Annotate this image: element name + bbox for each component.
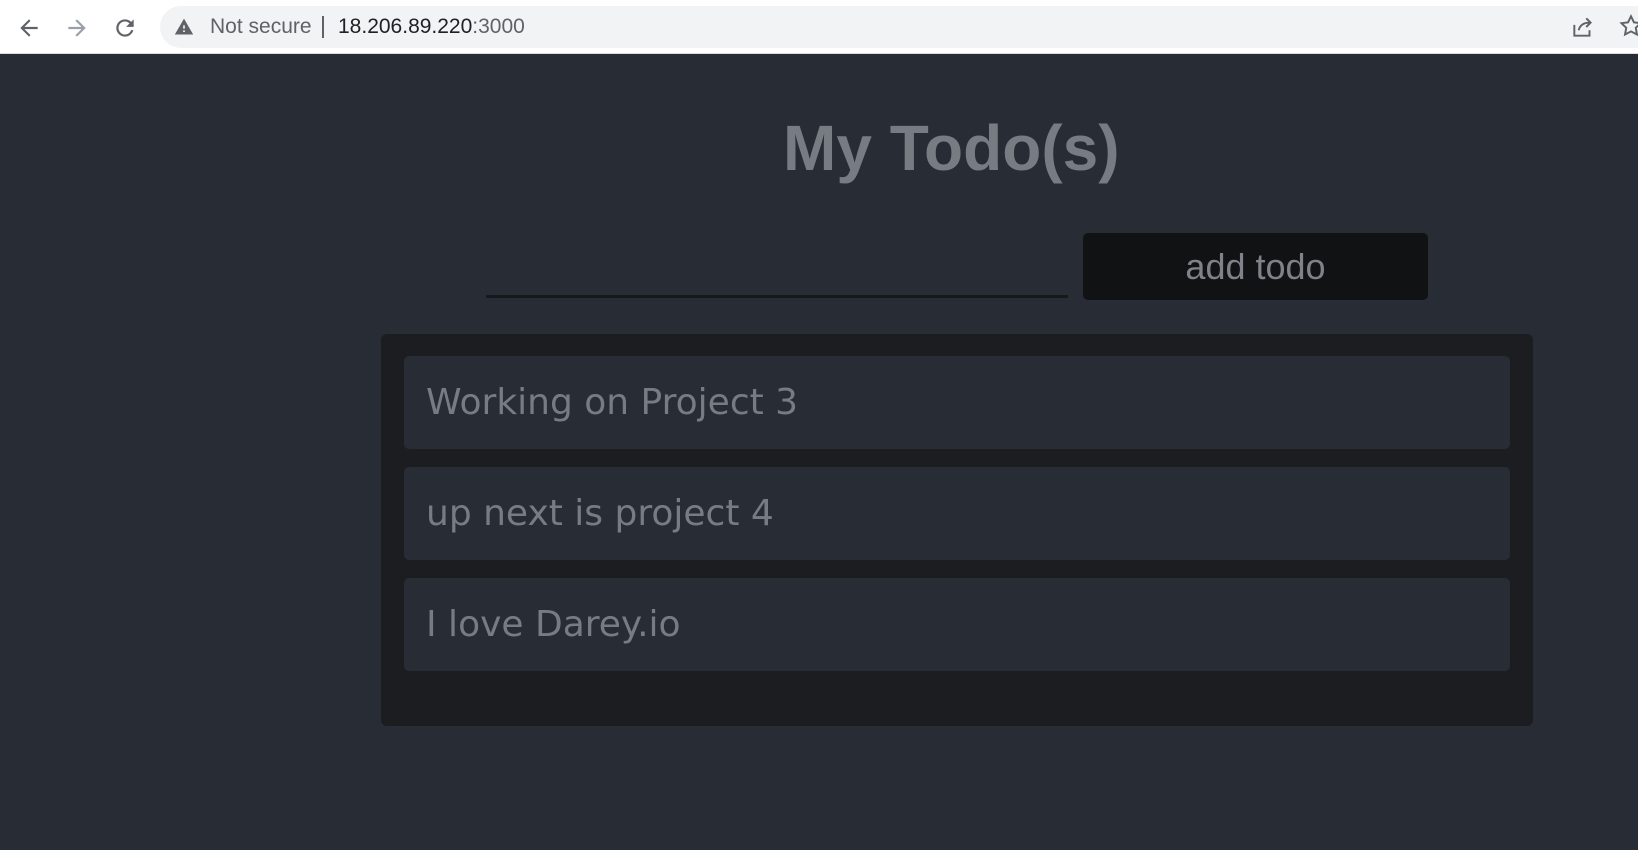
share-icon[interactable] bbox=[1570, 14, 1596, 40]
security-label[interactable]: Not secure bbox=[210, 6, 312, 48]
todo-item[interactable]: Working on Project 3 bbox=[404, 356, 1510, 449]
forward-button[interactable] bbox=[58, 9, 96, 47]
forward-arrow-icon bbox=[68, 19, 86, 37]
address-separator bbox=[322, 16, 324, 38]
todo-list: Working on Project 3 up next is project … bbox=[381, 334, 1533, 726]
url-host: 18.206.89.220 bbox=[338, 15, 473, 38]
address-bar[interactable]: Not secure 18.206.89.220:3000 bbox=[160, 6, 1638, 48]
reload-button[interactable] bbox=[106, 9, 144, 47]
back-arrow-icon bbox=[20, 19, 38, 37]
add-todo-button[interactable]: add todo bbox=[1083, 233, 1428, 300]
reload-icon bbox=[116, 19, 134, 37]
page-title: My Todo(s) bbox=[783, 112, 1120, 184]
back-button[interactable] bbox=[10, 9, 48, 47]
star-icon[interactable] bbox=[1618, 13, 1638, 39]
todo-input[interactable] bbox=[486, 232, 1068, 298]
url-text[interactable]: 18.206.89.220:3000 bbox=[338, 6, 525, 48]
todo-item[interactable]: up next is project 4 bbox=[404, 467, 1510, 560]
warning-icon bbox=[174, 18, 194, 35]
browser-toolbar: Not secure 18.206.89.220:3000 bbox=[0, 0, 1638, 54]
url-port: :3000 bbox=[472, 15, 525, 38]
todo-item[interactable]: I love Darey.io bbox=[404, 578, 1510, 671]
